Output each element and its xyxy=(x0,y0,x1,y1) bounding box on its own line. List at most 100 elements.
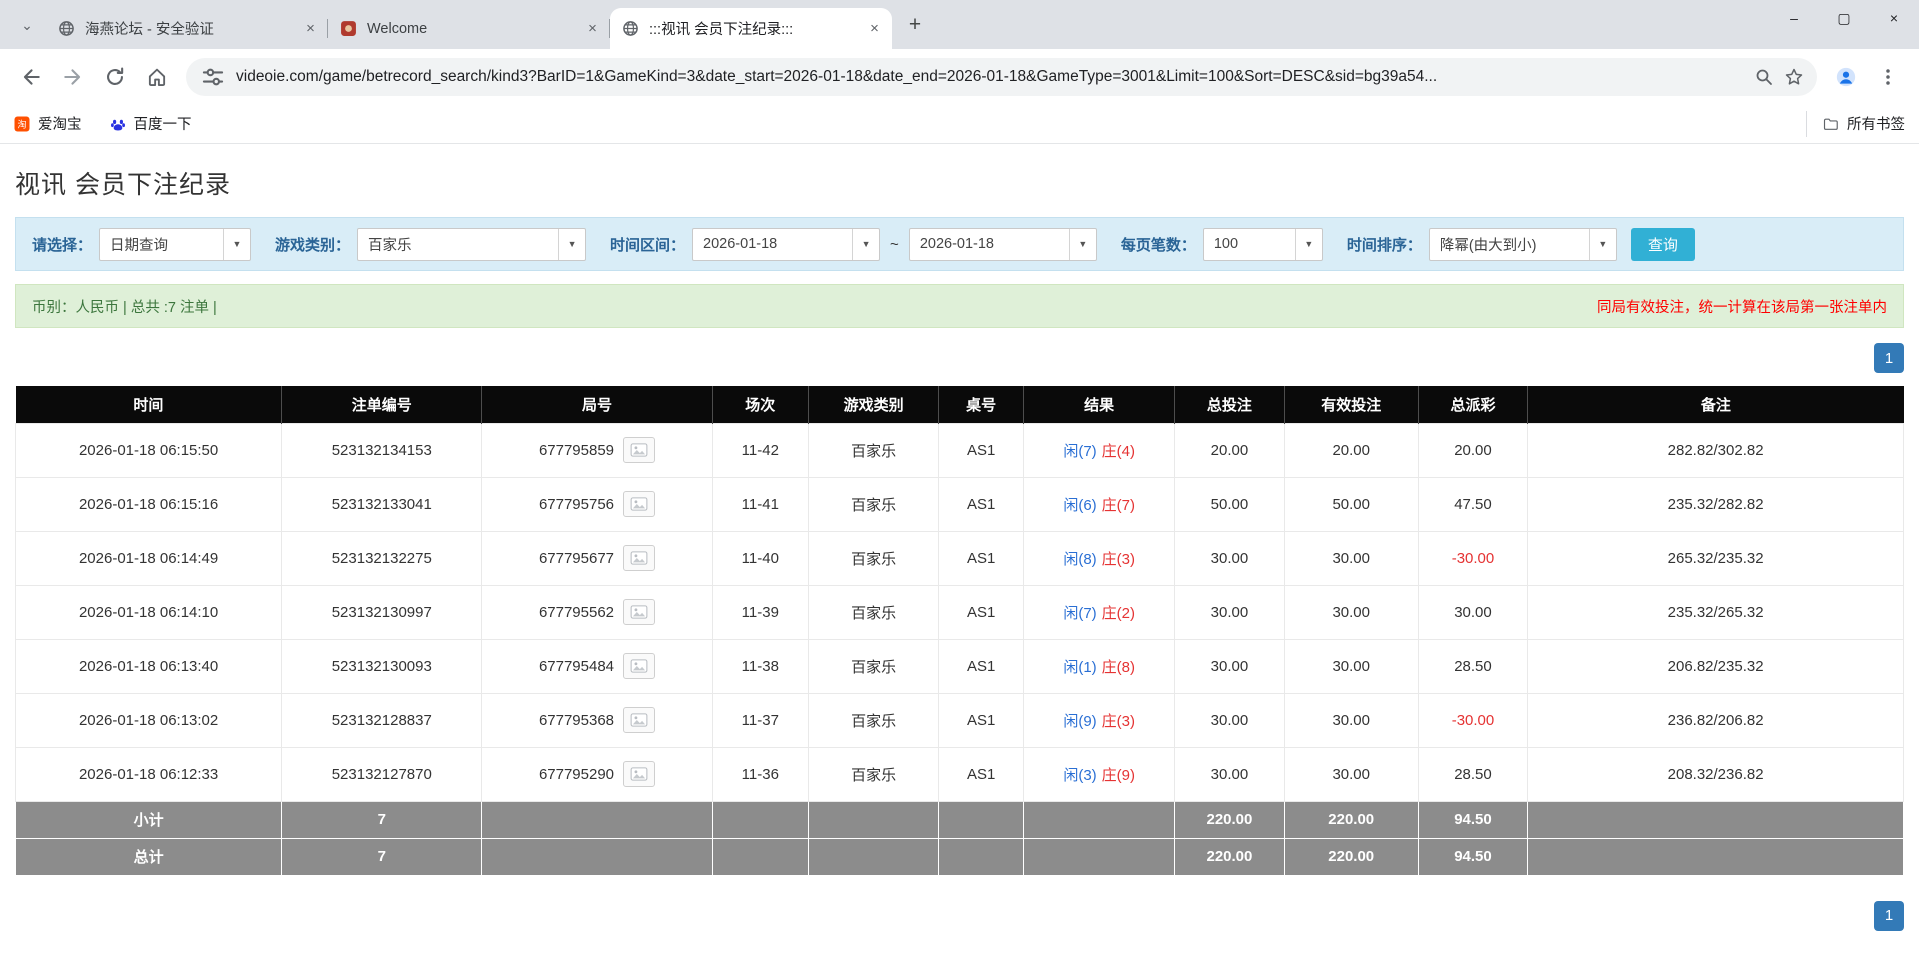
cell-bet-id: 523132128837 xyxy=(282,693,482,747)
round-replay-icon[interactable] xyxy=(623,491,655,517)
round-replay-icon[interactable] xyxy=(623,653,655,679)
table-row: 2026-01-18 06:15:16 523132133041 6777957… xyxy=(16,477,1904,531)
column-header: 桌号 xyxy=(939,386,1024,423)
cell-total-bet[interactable]: 30.00 xyxy=(1175,747,1285,801)
cell-note: 236.82/206.82 xyxy=(1528,693,1904,747)
total-row: 总计 7 220.00 220.00 94.50 xyxy=(16,838,1904,875)
site-settings-icon[interactable] xyxy=(200,64,226,90)
bookmark-item[interactable]: 百度一下 xyxy=(110,113,192,134)
cell-result: 闲(8)庄(3) xyxy=(1024,531,1175,585)
profile-icon[interactable] xyxy=(1825,56,1867,98)
date-start-select[interactable]: 2026-01-18 ▼ xyxy=(692,228,880,261)
pagination-page-1-button[interactable]: 1 xyxy=(1874,901,1904,931)
pagination-top: 1 xyxy=(15,343,1904,373)
column-header: 总投注 xyxy=(1175,386,1285,423)
tab-close-icon[interactable]: × xyxy=(301,19,320,38)
query-type-select[interactable]: 日期查询 ▼ xyxy=(99,228,251,261)
new-tab-button[interactable]: + xyxy=(900,10,930,40)
back-button[interactable] xyxy=(10,56,52,98)
cell-table: AS1 xyxy=(939,639,1024,693)
cell-round: 677795756 xyxy=(482,477,712,531)
bet-table-header-row: 时间注单编号局号场次游戏类别桌号结果总投注有效投注总派彩备注 xyxy=(16,386,1904,423)
result-banker: 庄(4) xyxy=(1102,443,1135,460)
round-replay-icon[interactable] xyxy=(623,437,655,463)
cell-result: 闲(9)庄(3) xyxy=(1024,693,1175,747)
round-replay-icon[interactable] xyxy=(623,545,655,571)
round-replay-icon[interactable] xyxy=(623,599,655,625)
navigation-bar: videoie.com/game/betrecord_search/kind3?… xyxy=(0,49,1919,104)
cell-total-bet[interactable]: 30.00 xyxy=(1175,531,1285,585)
tab-close-icon[interactable]: × xyxy=(583,19,602,38)
bet-table-body: 2026-01-18 06:15:50 523132134153 6777958… xyxy=(16,423,1904,801)
home-button[interactable] xyxy=(136,56,178,98)
cell-time: 2026-01-18 06:12:33 xyxy=(16,747,282,801)
cell-round: 677795562 xyxy=(482,585,712,639)
cell-result: 闲(1)庄(8) xyxy=(1024,639,1175,693)
menu-icon[interactable] xyxy=(1867,56,1909,98)
cell-table: AS1 xyxy=(939,585,1024,639)
cell-result: 闲(3)庄(9) xyxy=(1024,747,1175,801)
all-bookmarks-button[interactable]: 所有书签 xyxy=(1806,111,1905,137)
date-end-select[interactable]: 2026-01-18 ▼ xyxy=(909,228,1097,261)
bookmark-label: 爱淘宝 xyxy=(38,113,82,134)
cell-table: AS1 xyxy=(939,693,1024,747)
chevron-down-icon: ▼ xyxy=(1069,229,1096,260)
refresh-button[interactable] xyxy=(94,56,136,98)
cell-total-bet[interactable]: 30.00 xyxy=(1175,639,1285,693)
cell-total-bet[interactable]: 30.00 xyxy=(1175,693,1285,747)
chevron-down-icon: ▼ xyxy=(1295,229,1322,260)
bookmark-label: 百度一下 xyxy=(134,113,192,134)
maximize-button[interactable]: ▢ xyxy=(1819,0,1869,36)
cell-round: 677795484 xyxy=(482,639,712,693)
cell-bet-id: 523132134153 xyxy=(282,423,482,477)
tab-search-button[interactable]: ⌄ xyxy=(12,10,42,40)
zoom-icon[interactable] xyxy=(1749,62,1779,92)
round-replay-icon[interactable] xyxy=(623,707,655,733)
round-replay-icon[interactable] xyxy=(623,761,655,787)
tab-title: 海燕论坛 - 安全验证 xyxy=(85,18,295,39)
cell-result: 闲(7) 庄(4) xyxy=(1024,423,1175,477)
result-player: 闲(7) xyxy=(1063,443,1096,460)
cell-game-type: 百家乐 xyxy=(808,531,938,585)
search-button[interactable]: 查询 xyxy=(1631,228,1695,261)
pagination-page-1-button[interactable]: 1 xyxy=(1874,343,1904,373)
window-controls: – ▢ × xyxy=(1769,0,1919,36)
folder-icon xyxy=(1823,116,1839,132)
total-label: 总计 xyxy=(16,838,282,875)
page-size-select[interactable]: 100 ▼ xyxy=(1203,228,1323,261)
query-type-value: 日期查询 xyxy=(100,234,223,255)
tab-close-icon[interactable]: × xyxy=(865,19,884,38)
sort-order-select[interactable]: 降幂(由大到小) ▼ xyxy=(1429,228,1617,261)
cell-total-bet[interactable]: 50.00 xyxy=(1175,477,1285,531)
cell-total-bet[interactable]: 20.00 xyxy=(1175,423,1285,477)
address-bar[interactable]: videoie.com/game/betrecord_search/kind3?… xyxy=(186,58,1817,96)
pagination-bottom: 1 xyxy=(15,901,1904,931)
bookmark-star-icon[interactable] xyxy=(1779,62,1809,92)
welcome-logo-icon xyxy=(340,20,357,37)
cell-session: 11-37 xyxy=(712,693,808,747)
cell-valid-bet: 30.00 xyxy=(1284,639,1418,693)
result-banker: 庄(2) xyxy=(1102,605,1135,622)
minimize-button[interactable]: – xyxy=(1769,0,1819,36)
cell-valid-bet: 30.00 xyxy=(1284,747,1418,801)
result-player: 闲(7) xyxy=(1063,605,1096,622)
forward-button[interactable] xyxy=(52,56,94,98)
cell-bet-id: 523132130093 xyxy=(282,639,482,693)
page-content: 视讯 会员下注纪录 请选择： 日期查询 ▼ 游戏类别： 百家乐 ▼ 时间区间： … xyxy=(0,165,1919,931)
cell-note: 265.32/235.32 xyxy=(1528,531,1904,585)
cell-total-bet[interactable]: 30.00 xyxy=(1175,585,1285,639)
cell-table: AS1 xyxy=(939,531,1024,585)
browser-tab[interactable]: :::视讯 会员下注纪录:::× xyxy=(610,8,892,49)
subtotal-valid-bet: 220.00 xyxy=(1284,801,1418,838)
game-type-select[interactable]: 百家乐 ▼ xyxy=(357,228,586,261)
bookmark-item[interactable]: 淘爱淘宝 xyxy=(14,113,82,134)
cell-time: 2026-01-18 06:15:50 xyxy=(16,423,282,477)
browser-tab[interactable]: 海燕论坛 - 安全验证 × xyxy=(46,8,328,49)
browser-tab[interactable]: Welcome× xyxy=(328,8,610,49)
url-text[interactable]: videoie.com/game/betrecord_search/kind3?… xyxy=(236,68,1437,86)
subtotal-row: 小计 7 220.00 220.00 94.50 xyxy=(16,801,1904,838)
close-button[interactable]: × xyxy=(1869,0,1919,36)
filter-label-sort: 时间排序： xyxy=(1347,234,1422,255)
cell-result: 闲(6)庄(7) xyxy=(1024,477,1175,531)
cell-time: 2026-01-18 06:13:40 xyxy=(16,639,282,693)
